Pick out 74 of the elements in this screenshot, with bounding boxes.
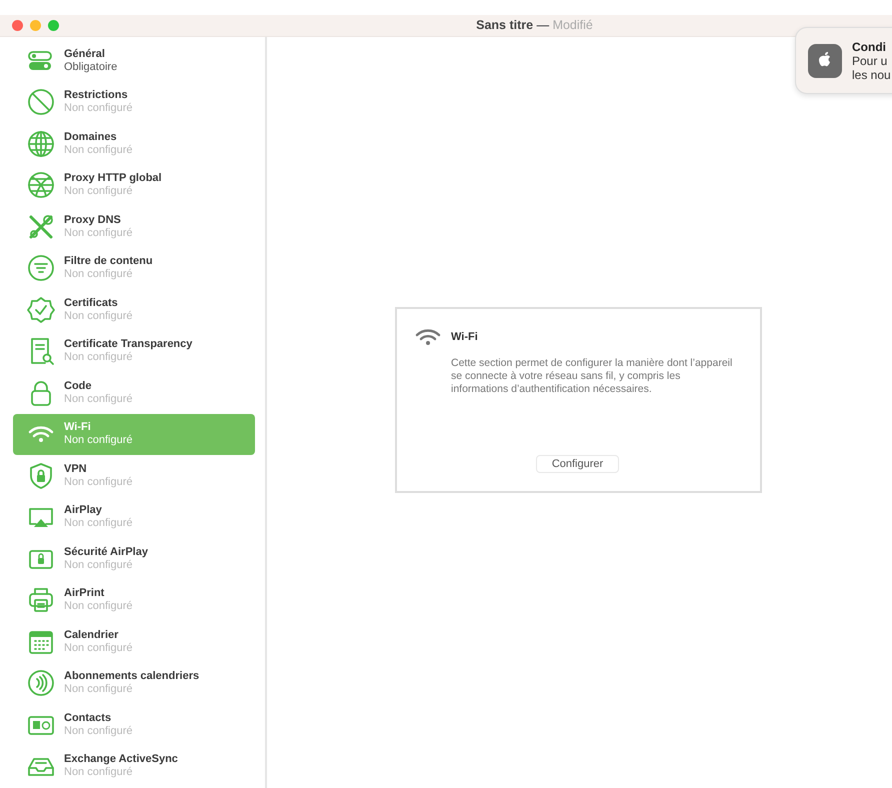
- configure-button[interactable]: Configurer: [536, 455, 620, 473]
- item-status: Obligatoire: [64, 60, 118, 74]
- item-status: Non configuré: [64, 476, 132, 489]
- sidebar-item[interactable]: Exchange ActiveSync Non configuré: [13, 746, 255, 787]
- notification-text: les nou: [852, 68, 891, 82]
- sidebar-item[interactable]: Restrictions Non configuré: [13, 82, 255, 123]
- panel-description: Cette section permet de configurer la manière dont l’appareil se connecte à votre réseau sans fil, y compris les informations d’authentification nécessaires.: [451, 357, 734, 396]
- item-title: Proxy HTTP global: [64, 172, 162, 186]
- notification[interactable]: Condi Pour u les nou: [795, 27, 892, 94]
- item-status: Non configuré: [64, 226, 132, 240]
- item-status: Non configuré: [64, 683, 134, 696]
- item-status: Non configuré: [64, 766, 134, 780]
- item-title: Proxy DNS: [64, 214, 122, 227]
- item-status: Non configuré: [64, 434, 132, 448]
- sidebar-item[interactable]: Calendrier Non configuré: [13, 621, 255, 662]
- item-title: Exchange ActiveSync: [64, 753, 178, 766]
- panel-title: Wi-Fi: [451, 330, 478, 345]
- sidebar-item[interactable]: Filtre de contenu Non configuré: [13, 248, 255, 289]
- item-status: Non configuré: [64, 268, 134, 282]
- item-status: Non configuré: [64, 102, 132, 116]
- sidebar-item[interactable]: Proxy HTTP global Non configuré: [13, 164, 255, 206]
- sidebar-item[interactable]: Sécurité AirPlay Non configuré: [13, 538, 255, 580]
- item-status: Non configuré: [64, 600, 132, 614]
- notification-title: Condi: [852, 40, 887, 54]
- app-icon: [808, 44, 842, 78]
- broadcast-icon: [26, 668, 56, 698]
- item-title: Sécurité AirPlay: [64, 546, 148, 559]
- title-separator: —: [536, 18, 550, 32]
- item-title: Calendrier: [64, 628, 120, 642]
- item-title: Restrictions: [64, 89, 129, 102]
- item-title: Abonnements calendriers: [64, 670, 200, 684]
- filter-icon: [26, 253, 56, 284]
- sidebar-item[interactable]: Abonnements calendriers Non configuré: [13, 662, 255, 704]
- item-title: Contacts: [64, 712, 112, 725]
- item-status: Non configuré: [64, 144, 132, 157]
- sidebar-item[interactable]: Certificats Non configuré: [13, 289, 255, 330]
- document-state: Modifié: [552, 18, 593, 32]
- item-status: Non configuré: [64, 642, 132, 655]
- sidebar-item[interactable]: Certificate Transparency Non configuré: [13, 330, 255, 372]
- item-status: Non configuré: [64, 185, 134, 198]
- item-status: Non configuré: [64, 724, 132, 738]
- notification-text: Pour u: [852, 54, 888, 68]
- sidebar-item[interactable]: Contacts Non configuré: [13, 704, 255, 746]
- zoom-button[interactable]: [48, 20, 59, 31]
- sidebar-item[interactable]: AirPrint Non configuré: [13, 580, 255, 621]
- item-status: Non configuré: [64, 392, 132, 406]
- sidebar-item[interactable]: Code Non configuré: [13, 372, 255, 414]
- item-title: Général: [64, 48, 106, 61]
- globe-icon: [26, 170, 56, 200]
- item-status: Non configuré: [64, 517, 132, 530]
- sidebar-item[interactable]: Général Obligatoire: [13, 40, 255, 82]
- close-button[interactable]: [12, 20, 23, 31]
- item-title: Filtre de contenu: [64, 255, 153, 268]
- item-status: Non configuré: [64, 310, 132, 323]
- sidebar-item[interactable]: AirPlay Non configuré: [13, 496, 255, 538]
- item-title: AirPrint: [64, 587, 106, 600]
- item-title: Wi-Fi: [64, 421, 92, 434]
- item-status: Non configuré: [64, 558, 134, 572]
- item-title: AirPlay: [64, 504, 103, 518]
- minimize-button[interactable]: [30, 20, 41, 31]
- item-title: VPN: [64, 462, 88, 476]
- item-title: Domaines: [64, 130, 118, 144]
- item-title: Certificats: [64, 296, 119, 310]
- item-status: Non configuré: [64, 351, 134, 364]
- badge-check-icon: [26, 294, 56, 325]
- item-title: Certificate Transparency: [64, 338, 192, 352]
- sidebar-item[interactable]: VPN Non configuré: [13, 455, 255, 496]
- sidebar-item[interactable]: Proxy DNS Non configuré: [13, 206, 255, 248]
- prohibited-icon: [26, 87, 56, 118]
- item-title: Code: [64, 380, 92, 393]
- globe-icon: [26, 128, 56, 159]
- sidebar-item[interactable]: Domaines Non configuré: [13, 123, 255, 164]
- wifi-icon: [415, 327, 441, 347]
- window-title: Sans titre: [476, 18, 534, 32]
